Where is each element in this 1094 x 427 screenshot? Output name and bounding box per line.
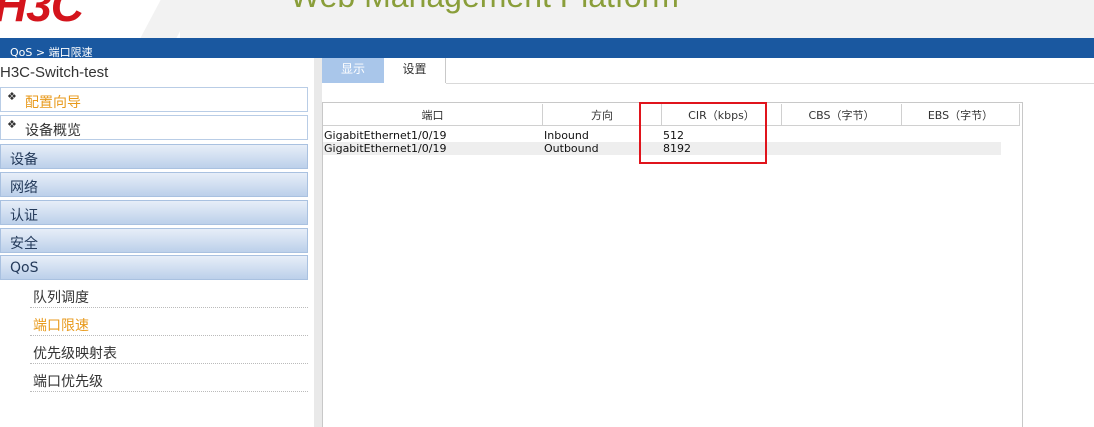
column-header-cbs[interactable]: CBS（字节） bbox=[782, 104, 902, 126]
tab-underline bbox=[446, 83, 1094, 84]
sidebar-category-label: 安全 bbox=[10, 236, 38, 252]
breadcrumb-bar bbox=[0, 38, 1094, 58]
sidebar-item-queue-scheduling[interactable]: 队列调度 bbox=[30, 282, 308, 308]
sidebar-item-label: 队列调度 bbox=[33, 290, 89, 306]
sidebar-item-label: 配置向导 bbox=[25, 95, 81, 111]
diamond-icon: ❖ bbox=[7, 90, 17, 103]
sidebar-category-authentication[interactable]: 认证 bbox=[0, 200, 308, 225]
sidebar-item-label: 优先级映射表 bbox=[33, 346, 117, 362]
cell-direction: Outbound bbox=[544, 142, 599, 155]
sidebar-item-label: 端口限速 bbox=[33, 318, 89, 334]
tab-display[interactable]: 显示 bbox=[322, 58, 384, 83]
sidebar-category-label: QoS bbox=[10, 260, 39, 276]
sidebar-item-port-rate-limit[interactable]: 端口限速 bbox=[30, 310, 308, 336]
column-header-ebs[interactable]: EBS（字节） bbox=[902, 104, 1020, 126]
sidebar-category-security[interactable]: 安全 bbox=[0, 228, 308, 253]
sidebar-category-device[interactable]: 设备 bbox=[0, 144, 308, 169]
sidebar-item-label: 设备概览 bbox=[25, 123, 81, 139]
cir-highlight-box bbox=[639, 102, 767, 164]
tab-settings[interactable]: 设置 bbox=[384, 58, 446, 83]
header: H3C Web Management Platform bbox=[0, 0, 1094, 38]
h3c-logo: H3C bbox=[0, 0, 84, 31]
sidebar-item-config-wizard[interactable]: ❖ 配置向导 bbox=[0, 87, 308, 112]
sidebar-category-label: 网络 bbox=[10, 180, 38, 196]
sidebar-item-priority-map[interactable]: 优先级映射表 bbox=[30, 338, 308, 364]
cell-port: GigabitEthernet1/0/19 bbox=[324, 129, 447, 142]
diamond-icon: ❖ bbox=[7, 118, 17, 131]
sidebar-divider[interactable] bbox=[314, 58, 322, 427]
cell-port: GigabitEthernet1/0/19 bbox=[324, 142, 447, 155]
sidebar-item-device-overview[interactable]: ❖ 设备概览 bbox=[0, 115, 308, 140]
sidebar-category-label: 认证 bbox=[10, 208, 38, 224]
device-name: H3C-Switch-test bbox=[0, 64, 109, 81]
sidebar-item-port-priority[interactable]: 端口优先级 bbox=[30, 366, 308, 392]
sidebar-category-label: 设备 bbox=[10, 152, 38, 168]
column-header-port[interactable]: 端口 bbox=[323, 104, 543, 126]
cell-direction: Inbound bbox=[544, 129, 589, 142]
sidebar-item-label: 端口优先级 bbox=[33, 374, 103, 390]
sidebar-category-network[interactable]: 网络 bbox=[0, 172, 308, 197]
platform-title: Web Management Platform bbox=[290, 0, 679, 15]
sidebar-category-qos[interactable]: QoS bbox=[0, 255, 308, 280]
